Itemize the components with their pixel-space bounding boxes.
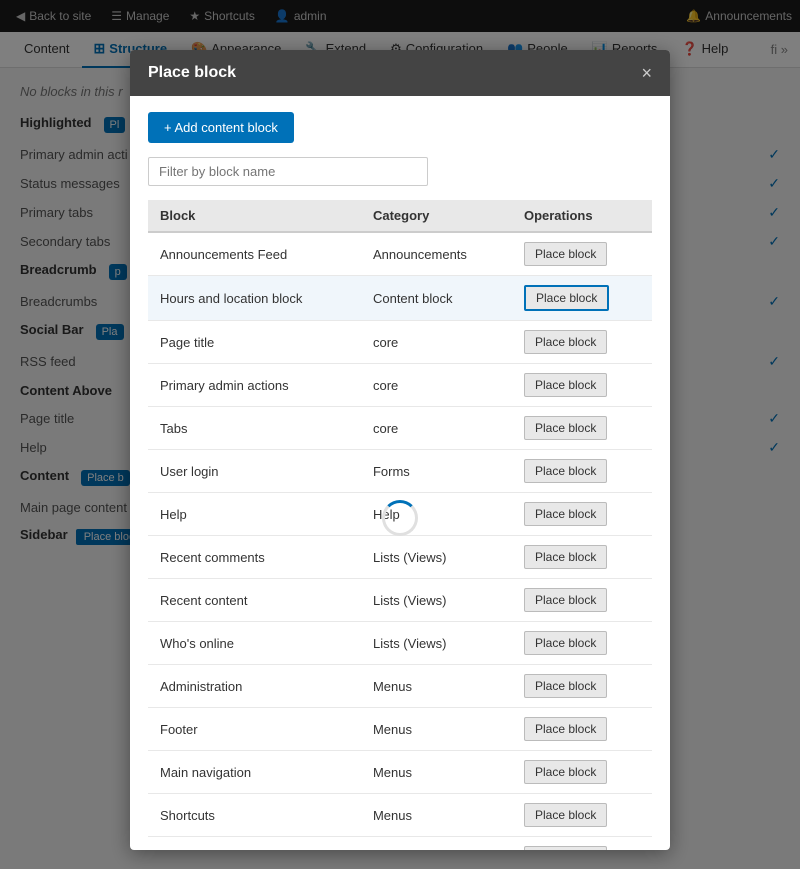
block-category-cell: Lists (Views) — [361, 536, 512, 579]
place-block-btn[interactable]: Place block — [524, 545, 607, 569]
block-operations-cell: Place block — [512, 579, 652, 622]
place-block-btn[interactable]: Place block — [524, 588, 607, 612]
table-row: Who's onlineLists (Views) Place block — [148, 622, 652, 665]
place-block-btn[interactable]: Place block — [524, 330, 607, 354]
col-category: Category — [361, 200, 512, 232]
table-row: Announcements FeedAnnouncements Place blo… — [148, 232, 652, 276]
place-block-btn[interactable]: Place block — [524, 416, 607, 440]
block-category-cell: Content block — [361, 276, 512, 321]
block-operations-cell: Place block — [512, 837, 652, 851]
place-block-btn[interactable]: Place block — [524, 502, 607, 526]
block-category-cell: Forms — [361, 450, 512, 493]
place-block-btn[interactable]: Place block — [524, 803, 607, 827]
block-operations-cell: Place block — [512, 794, 652, 837]
block-name-cell: Help — [148, 493, 361, 536]
block-name-cell: Who's online — [148, 622, 361, 665]
block-category-cell: core — [361, 407, 512, 450]
block-name-cell: User login — [148, 450, 361, 493]
block-name-cell: Tabs — [148, 407, 361, 450]
block-category-cell: Menus — [361, 837, 512, 851]
block-category-cell: Menus — [361, 751, 512, 794]
block-name-cell: Recent content — [148, 579, 361, 622]
block-name-cell: Tools — [148, 837, 361, 851]
modal-close-btn[interactable]: × — [641, 64, 652, 82]
table-row: ShortcutsMenus Place block — [148, 794, 652, 837]
modal-title: Place block — [148, 64, 236, 82]
col-operations: Operations — [512, 200, 652, 232]
block-operations-cell: Place block — [512, 450, 652, 493]
table-row: Tabscore Place block — [148, 407, 652, 450]
modal-body: + Add content block Block Category Opera… — [130, 96, 670, 850]
block-name-cell: Shortcuts — [148, 794, 361, 837]
block-category-cell: Lists (Views) — [361, 622, 512, 665]
place-block-btn[interactable]: Place block — [524, 717, 607, 741]
block-operations-cell: Place block — [512, 232, 652, 276]
block-category-cell: Lists (Views) — [361, 579, 512, 622]
block-category-cell: Menus — [361, 794, 512, 837]
block-category-cell: Menus — [361, 665, 512, 708]
block-operations-cell: Place block — [512, 276, 652, 321]
table-row: Recent commentsLists (Views) Place block — [148, 536, 652, 579]
place-block-btn[interactable]: Place block — [524, 674, 607, 698]
block-name-cell: Announcements Feed — [148, 232, 361, 276]
block-operations-cell: Place block — [512, 665, 652, 708]
block-name-cell: Page title — [148, 321, 361, 364]
place-block-btn[interactable]: Place block — [524, 373, 607, 397]
table-row: Primary admin actionscore Place block — [148, 364, 652, 407]
block-operations-cell: Place block — [512, 622, 652, 665]
block-category-cell: Announcements — [361, 232, 512, 276]
place-block-btn[interactable]: Place block — [524, 459, 607, 483]
block-operations-cell: Place block — [512, 321, 652, 364]
block-operations-cell: Place block — [512, 407, 652, 450]
place-block-modal: Place block × + Add content block Block … — [130, 50, 670, 850]
table-row: AdministrationMenus Place block — [148, 665, 652, 708]
place-block-btn[interactable]: Place block — [524, 285, 609, 311]
table-row: Hours and location blockContent block Pla… — [148, 276, 652, 321]
block-operations-cell: Place block — [512, 751, 652, 794]
table-header-row: Block Category Operations — [148, 200, 652, 232]
place-block-btn[interactable]: Place block — [524, 631, 607, 655]
block-name-cell: Primary admin actions — [148, 364, 361, 407]
table-row: FooterMenus Place block — [148, 708, 652, 751]
block-operations-cell: Place block — [512, 708, 652, 751]
table-row: Recent contentLists (Views) Place block — [148, 579, 652, 622]
block-name-cell: Hours and location block — [148, 276, 361, 321]
add-content-block-btn[interactable]: + Add content block — [148, 112, 294, 143]
table-row: Main navigationMenus Place block — [148, 751, 652, 794]
modal-header: Place block × — [130, 50, 670, 96]
table-row: User loginForms Place block — [148, 450, 652, 493]
block-category-cell: Menus — [361, 708, 512, 751]
place-block-btn[interactable]: Place block — [524, 846, 607, 850]
filter-input[interactable] — [148, 157, 428, 186]
loading-spinner — [382, 500, 418, 536]
block-name-cell: Recent comments — [148, 536, 361, 579]
block-category-cell: core — [361, 364, 512, 407]
block-operations-cell: Place block — [512, 493, 652, 536]
block-category-cell: core — [361, 321, 512, 364]
place-block-btn[interactable]: Place block — [524, 242, 607, 266]
block-name-cell: Administration — [148, 665, 361, 708]
block-name-cell: Footer — [148, 708, 361, 751]
block-operations-cell: Place block — [512, 536, 652, 579]
block-name-cell: Main navigation — [148, 751, 361, 794]
table-row: Page titlecore Place block — [148, 321, 652, 364]
place-block-btn[interactable]: Place block — [524, 760, 607, 784]
table-row: ToolsMenus Place block — [148, 837, 652, 851]
col-block: Block — [148, 200, 361, 232]
block-operations-cell: Place block — [512, 364, 652, 407]
